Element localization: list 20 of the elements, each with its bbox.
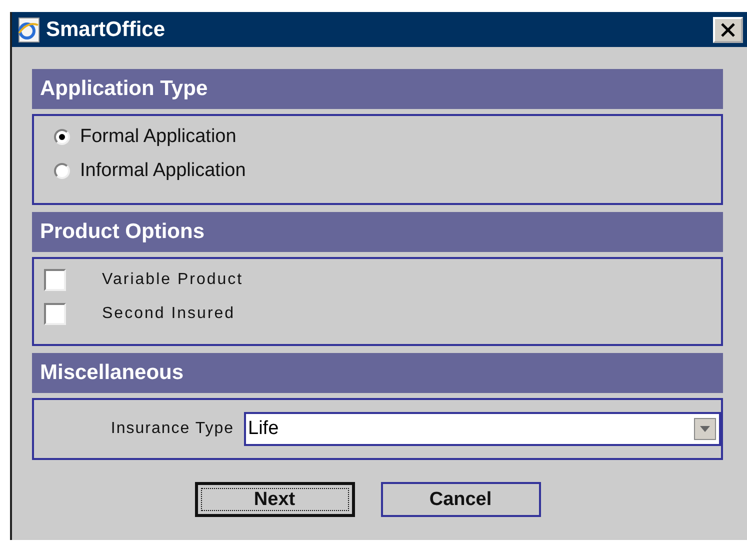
checkbox[interactable] — [44, 303, 66, 325]
browser-logo-icon — [16, 16, 42, 42]
option-label: Variable Product — [102, 271, 244, 289]
option-label: Formal Application — [80, 126, 236, 148]
section-header: Miscellaneous — [32, 353, 723, 393]
option-label: Informal Application — [80, 160, 246, 182]
field-label: Insurance Type — [110, 420, 234, 438]
window-title: SmartOffice — [46, 18, 166, 42]
radio-button[interactable] — [54, 129, 70, 145]
checkbox[interactable] — [44, 269, 66, 291]
section-header: Application Type — [32, 69, 723, 109]
option-label: Second Insured — [102, 305, 236, 323]
section-header: Product Options — [32, 212, 723, 252]
close-button[interactable] — [713, 16, 743, 42]
dialog-button[interactable]: Cancel — [380, 482, 540, 517]
close-icon — [720, 22, 736, 38]
insurance-type-dropdown[interactable]: Life — [244, 412, 721, 446]
radio-button[interactable] — [54, 163, 70, 179]
dialog-button[interactable]: Next — [194, 482, 354, 517]
dropdown-value: Life — [247, 418, 280, 440]
